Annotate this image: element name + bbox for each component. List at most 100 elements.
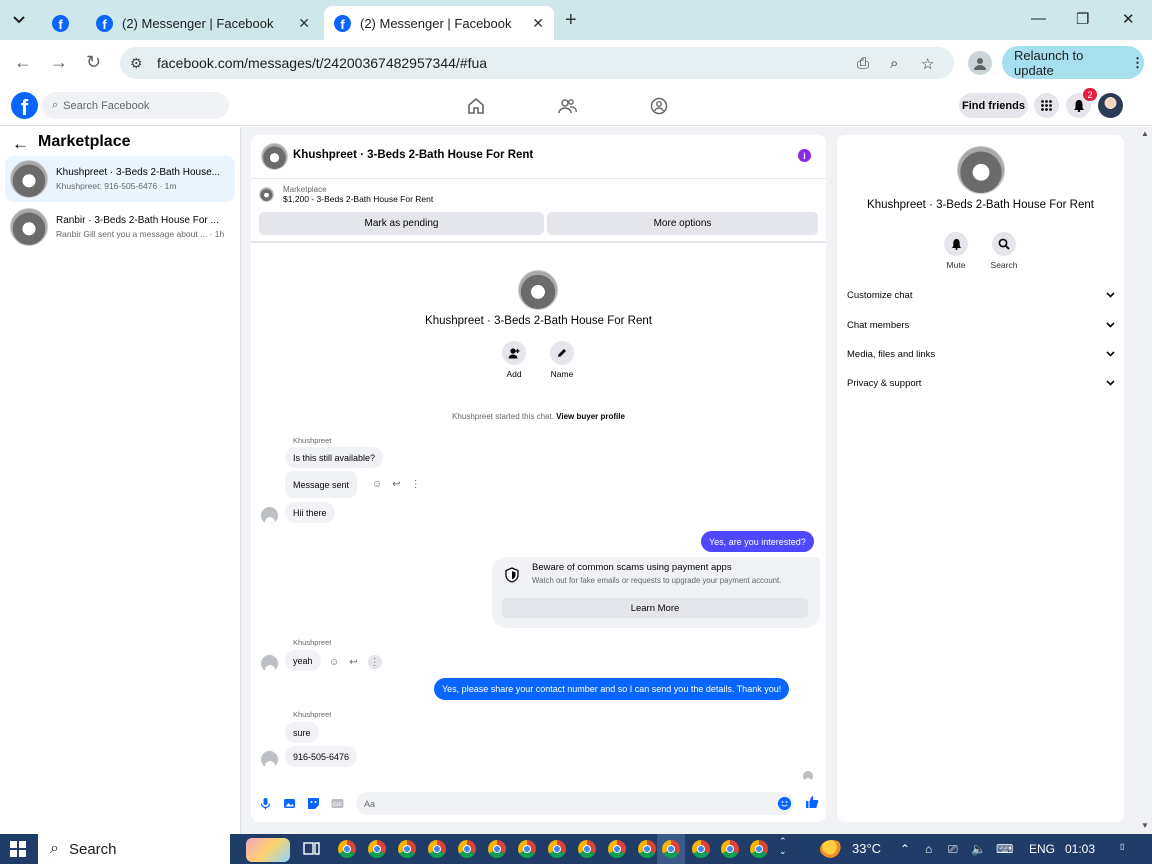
taskbar-search[interactable]: ⌕ Search [38,834,230,864]
microphone-icon[interactable] [259,797,272,810]
relaunch-button[interactable]: Relaunch to update ⋮ [1002,46,1144,79]
close-tab-icon[interactable]: ✕ [532,15,544,32]
pinned-tab-facebook[interactable]: f [42,6,80,40]
message-bubble-outgoing[interactable]: Yes, are you interested? [701,531,814,552]
chat-title[interactable]: Khushpreet · 3-Beds 2-Bath House For Ren… [293,149,533,161]
reply-icon[interactable]: ↩ [392,479,400,490]
new-tab-button[interactable]: + [565,9,577,32]
bookmark-star-icon[interactable]: ☆ [921,55,934,73]
chrome-icon[interactable] [488,840,506,858]
chrome-icon[interactable] [608,840,626,858]
taskbar-overflow-arrows[interactable]: ⌃ ⌄ [779,836,787,856]
message-bubble[interactable]: sure [285,722,319,743]
zoom-icon[interactable]: ⌕ [890,55,898,72]
home-icon[interactable] [466,96,486,116]
weather-icon[interactable] [820,840,844,858]
info-icon[interactable]: i [798,149,811,162]
find-friends-button[interactable]: Find friends [959,93,1028,118]
mute-button[interactable]: Mute [936,232,976,270]
chrome-icon[interactable] [662,840,680,858]
more-dots-icon[interactable]: ⋮ [367,655,382,669]
scroll-up-icon[interactable]: ▲ [1141,129,1149,138]
tab-messenger-2[interactable]: f (2) Messenger | Facebook ✕ [324,6,554,40]
account-avatar[interactable] [1098,93,1123,118]
groups-icon[interactable] [649,96,669,116]
chrome-icon[interactable] [750,840,768,858]
listing-summary[interactable]: Marketplace $1,200 - 3-Beds 2-Bath House… [259,185,433,204]
back-button[interactable]: ← [14,52,32,73]
message-bubble[interactable]: 916-505-6476 [285,746,358,767]
section-chat-members[interactable]: Chat members [847,317,1115,333]
volume-icon[interactable]: 🔈 [971,842,986,856]
windows-start-icon[interactable] [10,841,26,857]
sticker-icon[interactable] [307,797,320,810]
minimize-button[interactable]: — [1031,10,1046,27]
emoji-icon[interactable] [778,797,791,810]
install-app-icon[interactable]: ⎙ [857,55,869,72]
temperature[interactable]: 33°C [852,841,881,856]
conversation-item[interactable]: Khushpreet · 3-Beds 2-Bath House... Khus… [5,156,235,202]
gif-icon[interactable]: GIF [331,797,344,810]
close-tab-icon[interactable]: ✕ [298,15,310,32]
keyboard-icon[interactable]: ⌨ [996,842,1013,856]
mark-as-pending-button[interactable]: Mark as pending [259,212,544,235]
network-icon[interactable]: ⎚ [948,842,958,857]
photo-icon[interactable] [283,797,296,810]
clock[interactable]: 01:03 [1065,842,1095,856]
chrome-icon[interactable] [692,840,710,858]
forward-button[interactable]: → [50,52,68,73]
back-arrow-icon[interactable]: ← [12,134,29,154]
reply-icon[interactable]: ↩ [349,657,357,668]
name-button[interactable]: Name [539,341,585,379]
profile-icon[interactable] [968,51,992,75]
react-emoji-icon[interactable]: ☺ [329,657,339,668]
search-conversation-button[interactable]: Search [984,232,1024,270]
sender-avatar[interactable] [261,655,278,672]
react-emoji-icon[interactable]: ☺ [372,479,382,490]
chrome-icon[interactable] [428,840,446,858]
facebook-search-input[interactable]: ⌕ Search Facebook [42,92,229,119]
site-info-icon[interactable]: ⚙ [130,55,152,72]
view-buyer-profile-link[interactable]: View buyer profile [556,412,625,421]
chrome-icon[interactable] [548,840,566,858]
page-scrollbar[interactable] [1140,127,1152,834]
show-hidden-icons-chevron-icon[interactable]: ⌃ [900,842,910,856]
meet-icon[interactable]: ⌂ [925,842,932,856]
chrome-icon[interactable] [398,840,416,858]
conversation-item[interactable]: Ranbir · 3-Beds 2-Bath House For ... Ran… [5,204,235,250]
add-button[interactable]: Add [491,341,537,379]
message-bubble[interactable]: yeah [285,650,321,671]
message-input[interactable]: Aa [356,792,794,815]
section-customize-chat[interactable]: Customize chat [847,287,1115,303]
notification-center-icon[interactable]: ▯ [1120,842,1124,851]
widget-flower-icon[interactable] [246,838,290,862]
sender-avatar[interactable] [261,751,278,768]
menu-grid-button[interactable] [1034,93,1059,118]
message-bubble[interactable]: Is this still available? [285,447,384,468]
address-bar[interactable]: ⚙ facebook.com/messages/t/24200367482957… [120,47,954,79]
chrome-icon[interactable] [458,840,476,858]
close-window-button[interactable]: ✕ [1122,10,1135,28]
message-bubble[interactable]: Message sent [285,471,358,498]
reload-button[interactable]: ↻ [86,52,101,73]
section-privacy-support[interactable]: Privacy & support [847,375,1115,391]
friends-icon[interactable] [557,96,577,116]
chrome-icon[interactable] [338,840,356,858]
language-indicator[interactable]: ENG [1029,842,1055,856]
facebook-logo[interactable]: f [11,92,38,119]
chrome-icon[interactable] [368,840,386,858]
tab-search-dropdown[interactable] [6,8,32,32]
chrome-icon[interactable] [721,840,739,858]
learn-more-button[interactable]: Learn More [502,598,808,618]
task-view-icon[interactable] [303,841,320,857]
listing-thumbnail[interactable] [261,143,288,170]
section-media-files-links[interactable]: Media, files and links [847,346,1115,362]
message-bubble-outgoing[interactable]: Yes, please share your contact number an… [434,678,790,700]
message-bubble[interactable]: Hii there [285,502,335,523]
chrome-icon[interactable] [638,840,656,858]
thumbs-up-icon[interactable] [805,795,819,809]
sender-avatar[interactable] [261,507,278,524]
scroll-down-icon[interactable]: ▼ [1141,821,1149,830]
tab-messenger-1[interactable]: f (2) Messenger | Facebook ✕ [86,6,320,40]
restore-button[interactable]: ❐ [1076,10,1089,28]
